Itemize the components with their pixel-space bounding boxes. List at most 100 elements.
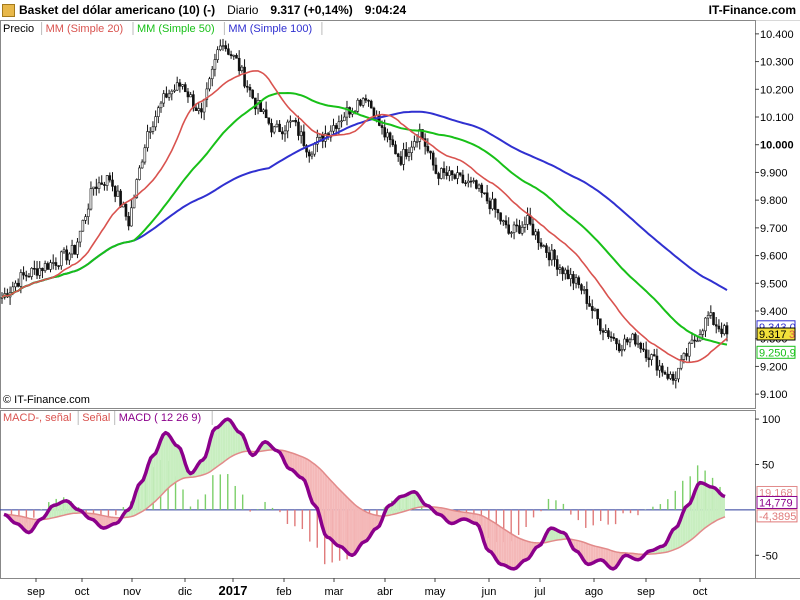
macd-fill-segment [337, 487, 340, 547]
candle-body [359, 99, 362, 106]
candle-body [499, 212, 502, 222]
candle-body [340, 120, 343, 123]
macd-panel-frame [0, 410, 756, 579]
histogram-value-label: -4,3895 [759, 511, 796, 523]
macd-fill-segment [237, 431, 241, 454]
macd-fill-segment [344, 494, 348, 553]
candle-body [302, 131, 306, 146]
x-tick-label: feb [276, 586, 291, 598]
candle-body [210, 68, 214, 80]
macd-fill-segment [511, 533, 514, 569]
candle-body [475, 180, 478, 189]
candle-body [701, 330, 705, 335]
price-y-tick-label: 9.700 [760, 223, 788, 235]
candle-body [466, 180, 470, 184]
price-legend-3: MM (Simple 100) [228, 23, 312, 35]
candle-body [709, 312, 713, 316]
candle-body [671, 373, 675, 381]
candle-body [480, 184, 484, 194]
x-tick-label: oct [693, 586, 708, 598]
candle-body [687, 342, 691, 357]
candle-body [183, 84, 187, 93]
sma50-value-label: 9.250,9 [759, 347, 796, 359]
macd-fill-segment [354, 504, 358, 554]
candle-body [512, 224, 516, 233]
x-tick-label: mar [325, 586, 344, 598]
candle-body [674, 378, 678, 381]
candle-body [507, 224, 510, 234]
candle-body [283, 130, 287, 135]
macd-fill-segment [163, 432, 166, 494]
candle-body [537, 231, 540, 244]
macd-fill-segment [498, 525, 502, 565]
candle-body [16, 282, 20, 287]
macd-fill-segment [488, 519, 492, 553]
macd-fill-segment [63, 500, 67, 516]
candle-body [162, 93, 166, 104]
candle-body [712, 312, 715, 325]
candle-body [383, 127, 387, 138]
candle-body [563, 269, 567, 275]
candle-body [289, 120, 292, 123]
macd-legend-1: Señal [82, 412, 110, 424]
macd-fill-segment [506, 530, 509, 568]
candle-body [510, 232, 513, 234]
candle-body [566, 269, 570, 279]
candle-body [89, 188, 93, 210]
candle-body [502, 220, 505, 222]
x-tick-label: nov [123, 586, 141, 598]
macd-fill-segment [155, 447, 159, 501]
candle-body [70, 244, 74, 255]
candle-body [404, 149, 408, 157]
candle-body [628, 339, 632, 343]
candle-body [407, 152, 411, 157]
candle-body [221, 45, 225, 47]
candle-body [22, 272, 25, 276]
candle-body [493, 198, 497, 210]
candle-body [275, 123, 279, 128]
sma50-line [1, 91, 728, 346]
macd-fill-segment [170, 437, 174, 487]
candle-body [437, 173, 440, 179]
candle-body [307, 151, 311, 157]
candle-body [165, 93, 168, 98]
candle-body [286, 121, 289, 132]
candle-body [642, 348, 645, 351]
candle-body [706, 315, 710, 319]
macd-fill-segment [314, 464, 318, 509]
candle-body [491, 198, 494, 210]
candle-body [723, 325, 726, 335]
price-y-tick-label: 9.500 [760, 278, 788, 290]
candle-body [394, 144, 397, 155]
candle-body [84, 216, 87, 221]
macd-fill-segment [140, 480, 144, 513]
candle-body [690, 339, 694, 344]
candle-body [151, 126, 155, 132]
candle-body [577, 277, 581, 285]
price-y-tick-label: 9.900 [760, 167, 788, 179]
x-tick-label: oct [75, 586, 90, 598]
macd-fill-segment [342, 492, 345, 550]
candle-body [685, 353, 688, 357]
macd-fill-segment [299, 455, 303, 479]
candle-body [97, 182, 101, 189]
candle-body [477, 184, 481, 189]
candle-body [127, 216, 130, 227]
candle-body [663, 371, 667, 375]
macd-fill-segment [513, 535, 517, 569]
candle-body [310, 153, 314, 157]
candle-body [95, 186, 98, 189]
candle-body [119, 190, 122, 208]
macd-fill-segment [523, 539, 527, 561]
candle-body [612, 337, 616, 339]
price-y-tick-label: 9.100 [760, 389, 788, 401]
candle-body [11, 286, 15, 293]
candle-body [596, 308, 599, 320]
candle-body [170, 90, 174, 95]
candle-body [103, 184, 106, 186]
candle-body [625, 338, 629, 343]
dollar-basket-chart: 10.400 10.300 10.200 10.100 10.000 9.900 9.800… [0, 20, 800, 598]
candle-body [237, 57, 241, 72]
candle-body [92, 186, 95, 189]
candle-body [526, 215, 529, 225]
